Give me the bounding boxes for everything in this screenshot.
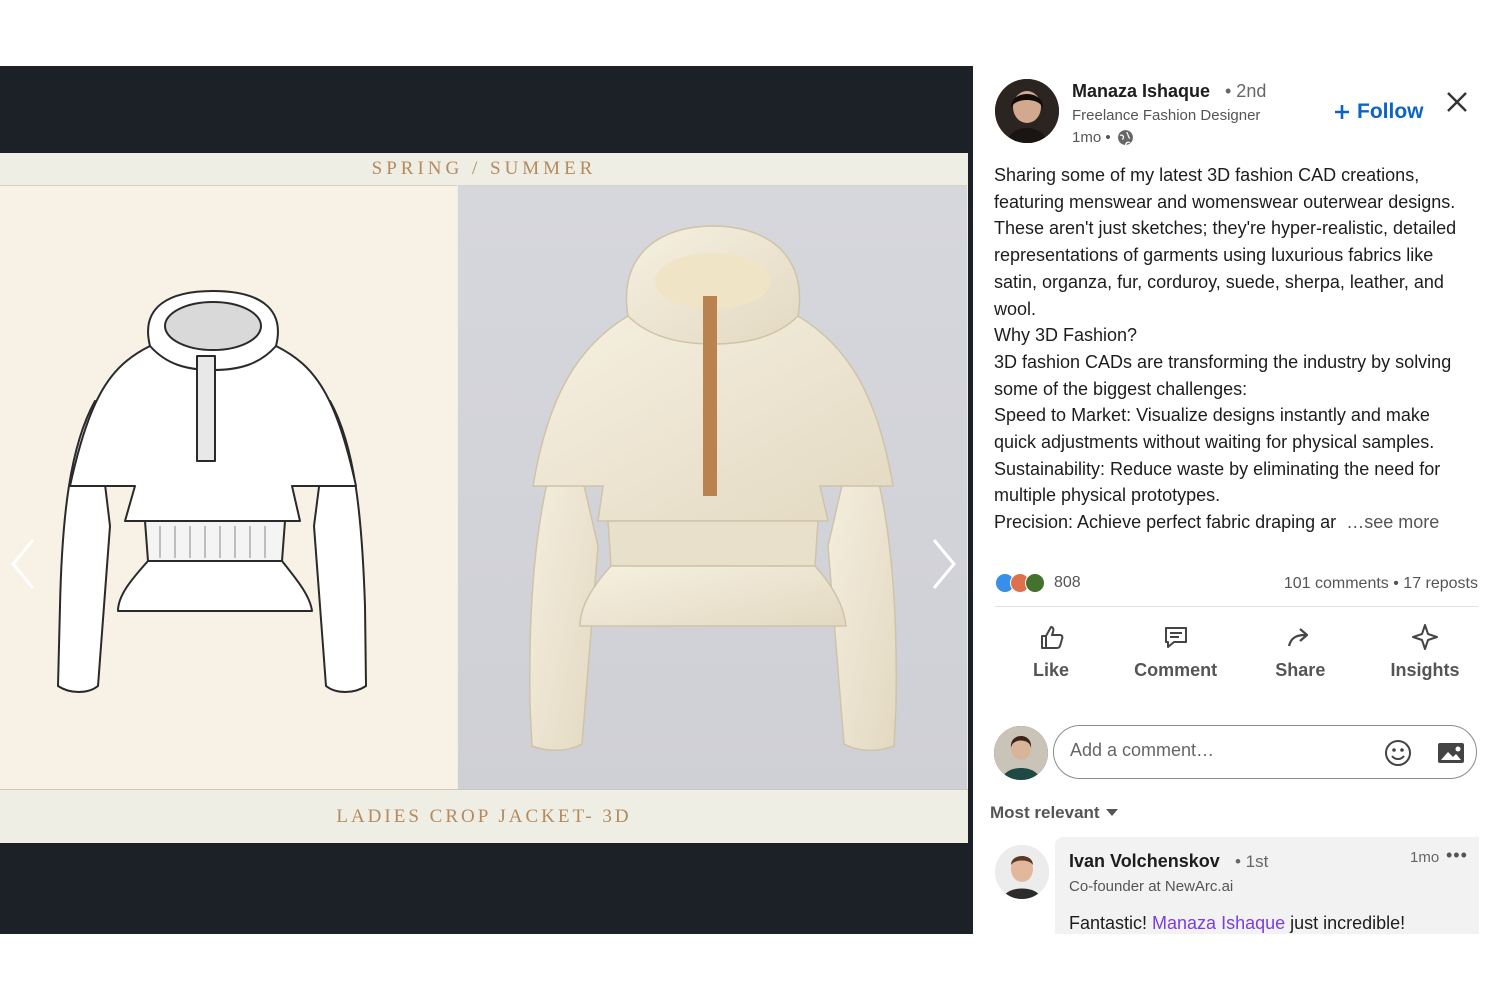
post-paragraph: Why 3D Fashion?: [994, 325, 1138, 346]
post-paragraph-last: Precision: Achieve perfect fabric drapin…: [994, 509, 1474, 536]
share-icon: [1288, 628, 1309, 647]
follow-button[interactable]: Follow: [1333, 100, 1424, 124]
close-icon[interactable]: [1443, 88, 1471, 116]
post-timestamp: 1mo •: [1072, 129, 1134, 146]
caret-down-icon: [1105, 809, 1118, 816]
comment-button[interactable]: Comment: [1118, 622, 1234, 681]
post-panel: Manaza Ishaque • 2nd Freelance Fashion D…: [973, 66, 1500, 934]
author-connection-degree: • 2nd: [1225, 81, 1267, 101]
comment-more-button[interactable]: •••: [1446, 845, 1468, 866]
jacket-sketch-panel: [0, 185, 457, 789]
post-paragraph-text: Precision: Achieve perfect fabric drapin…: [994, 512, 1337, 533]
commenter-avatar[interactable]: [995, 845, 1049, 899]
post-actions: Like Comment Share Insights: [993, 622, 1483, 681]
comment-icon: [1164, 627, 1187, 648]
comment-label: Comment: [1134, 660, 1218, 680]
share-label: Share: [1275, 660, 1326, 680]
reaction-count: 808: [1054, 574, 1081, 591]
post-body: Sharing some of my latest 3D fashion CAD…: [994, 162, 1474, 536]
see-more-link[interactable]: …see more: [1346, 512, 1439, 532]
image-icon[interactable]: [1436, 739, 1466, 767]
slide-season-label: SPRING / SUMMER: [371, 158, 597, 179]
carousel-prev-button[interactable]: [3, 534, 43, 594]
comment-sort-dropdown[interactable]: Most relevant: [990, 803, 1118, 823]
like-label: Like: [1032, 660, 1070, 680]
sort-label: Most relevant: [990, 803, 1100, 822]
plus-icon: [1335, 105, 1349, 119]
media-viewer: SPRING / SUMMER LADIES CROP JACKET- 3D: [0, 66, 973, 934]
jacket-3d-render: [529, 225, 897, 751]
emoji-icon[interactable]: [1384, 739, 1412, 767]
comments-reposts-count[interactable]: 101 comments • 17 reposts: [1284, 575, 1478, 593]
jacket-3d-render-panel: [458, 185, 967, 789]
chevron-left-icon: [11, 539, 35, 589]
chevron-right-icon: [932, 539, 956, 589]
follow-label: Follow: [1357, 100, 1424, 123]
divider: [995, 606, 1478, 607]
comment-mention-link[interactable]: Manaza Ishaque: [1152, 913, 1285, 933]
post-paragraph: Sharing some of my latest 3D fashion CAD…: [994, 165, 1457, 319]
insights-label: Insights: [1390, 660, 1460, 680]
author-headline: Freelance Fashion Designer: [1072, 107, 1261, 124]
comment-box: [1053, 725, 1477, 779]
support-reaction-icon: [1025, 573, 1045, 593]
insights-icon: [1411, 624, 1438, 650]
carousel-slide: SPRING / SUMMER LADIES CROP JACKET- 3D: [0, 153, 968, 843]
globe-icon: [1117, 130, 1133, 146]
commenter-headline: Co-founder at NewArc.ai: [1069, 878, 1234, 895]
share-button[interactable]: Share: [1242, 622, 1358, 681]
post-paragraph: Speed to Market: Visualize designs insta…: [994, 405, 1435, 453]
author-name[interactable]: Manaza Ishaque: [1072, 81, 1210, 102]
commenter-degree: • 1st: [1235, 852, 1269, 871]
post-time-text: 1mo •: [1072, 129, 1111, 146]
like-icon: [1041, 626, 1064, 649]
my-avatar[interactable]: [994, 726, 1048, 780]
insights-button[interactable]: Insights: [1367, 622, 1483, 681]
reactions-summary[interactable]: 808: [995, 573, 1081, 593]
slide-caption: LADIES CROP JACKET- 3D: [0, 789, 968, 844]
post-paragraph: Sustainability: Reduce waste by eliminat…: [994, 458, 1441, 506]
jacket-flat-sketch: [57, 290, 367, 693]
comment-text-suffix: just incredible!: [1285, 913, 1406, 933]
comment-time: 1mo: [1410, 849, 1440, 866]
like-button[interactable]: Like: [993, 622, 1109, 681]
top-comment: Ivan Volchenskov • 1st Co-founder at New…: [1055, 837, 1479, 934]
carousel-next-button[interactable]: [924, 534, 964, 594]
comment-input[interactable]: [1068, 739, 1372, 762]
author-avatar[interactable]: [995, 79, 1059, 143]
comment-text: Fantastic! Manaza Ishaque just incredibl…: [1069, 913, 1405, 934]
post-paragraph: 3D fashion CADs are transforming the ind…: [994, 351, 1452, 399]
comment-text-prefix: Fantastic!: [1069, 913, 1153, 933]
reaction-icons: [995, 573, 1045, 593]
commenter-name[interactable]: Ivan Volchenskov: [1069, 851, 1220, 872]
